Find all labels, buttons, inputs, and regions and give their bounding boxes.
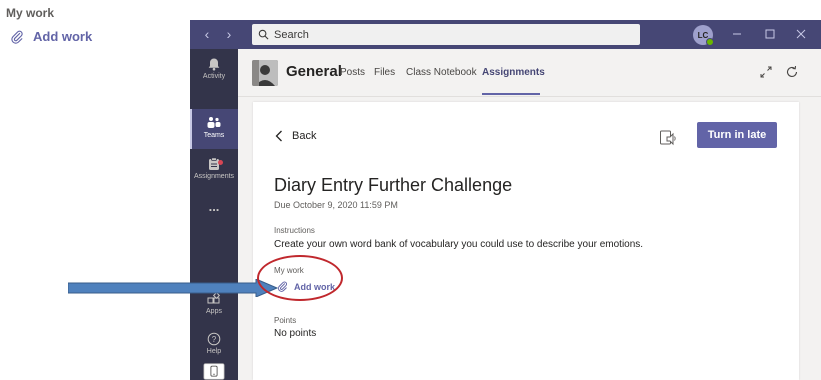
turn-in-late-button[interactable]: Turn in late — [697, 122, 777, 148]
help-icon: ? — [207, 332, 221, 346]
instructions-text: Create your own word bank of vocabulary … — [274, 239, 644, 250]
chevron-left-icon — [275, 130, 282, 142]
rail-item-device[interactable] — [190, 363, 238, 380]
paperclip-icon — [11, 30, 23, 44]
tab-class-notebook[interactable]: Class Notebook — [406, 67, 477, 78]
callout-add-work-label: Add work — [33, 29, 93, 44]
annotation-arrow — [68, 279, 278, 297]
rail-item-teams[interactable]: Teams — [190, 109, 238, 149]
annotation-highlight-circle — [257, 255, 343, 301]
more-apps-button[interactable]: ... — [190, 199, 238, 219]
rail-label-teams: Teams — [203, 132, 225, 139]
back-arrow-icon[interactable]: ‹ — [200, 26, 214, 42]
search-box[interactable] — [252, 24, 640, 45]
rail-label-apps: Apps — [206, 308, 222, 315]
minimize-icon[interactable] — [728, 25, 746, 43]
teams-icon — [207, 117, 221, 128]
title-bar: ‹ › LC — [190, 20, 821, 49]
team-photo-icon — [252, 60, 278, 86]
rail-label-activity: Activity — [202, 73, 226, 80]
callout-add-work-link[interactable]: Add work — [10, 29, 92, 44]
maximize-icon[interactable] — [761, 25, 779, 43]
channel-header: General Posts Files Class Notebook Assig… — [238, 49, 821, 97]
teams-window: ‹ › LC Activity Teams Assignments ... — [190, 20, 821, 380]
expand-icon[interactable] — [758, 64, 774, 80]
points-value: No points — [274, 328, 317, 339]
immersive-reader-icon[interactable] — [659, 129, 677, 147]
back-label: Back — [292, 130, 317, 142]
rail-item-help[interactable]: ? Help — [190, 332, 238, 362]
rail-item-assignments[interactable]: Assignments — [190, 157, 238, 193]
forward-arrow-icon[interactable]: › — [222, 26, 236, 42]
tab-posts[interactable]: Posts — [340, 67, 365, 78]
notification-dot — [218, 160, 223, 165]
tab-assignments[interactable]: Assignments — [482, 67, 545, 78]
due-date: Due October 9, 2020 11:59 PM — [274, 200, 398, 210]
mobile-device-icon — [203, 363, 225, 380]
more-icon: ... — [208, 199, 220, 214]
tab-files[interactable]: Files — [374, 67, 395, 78]
rail-label-assignments: Assignments — [193, 173, 235, 180]
svg-text:?: ? — [212, 335, 217, 344]
presence-available-icon — [706, 38, 714, 46]
close-icon[interactable] — [792, 25, 810, 43]
app-rail: Activity Teams Assignments ... Apps ? He… — [190, 49, 238, 380]
rail-item-activity[interactable]: Activity — [190, 57, 238, 93]
rail-label-help: Help — [206, 348, 222, 355]
back-button[interactable]: Back — [275, 130, 316, 142]
active-tab-indicator — [482, 93, 540, 95]
channel-name: General — [286, 63, 342, 80]
refresh-icon[interactable] — [784, 64, 800, 80]
points-label: Points — [274, 316, 297, 325]
rail-item-apps[interactable]: Apps — [190, 293, 238, 325]
search-input[interactable] — [274, 28, 614, 41]
team-avatar[interactable] — [252, 60, 278, 86]
bell-icon — [208, 58, 220, 71]
assignment-panel: Back Turn in late Diary Entry Further Ch… — [253, 102, 799, 380]
callout-my-work-heading: My work — [6, 6, 55, 20]
search-icon — [258, 29, 269, 40]
assignment-title: Diary Entry Further Challenge — [274, 175, 513, 195]
instructions-label: Instructions — [274, 226, 315, 235]
